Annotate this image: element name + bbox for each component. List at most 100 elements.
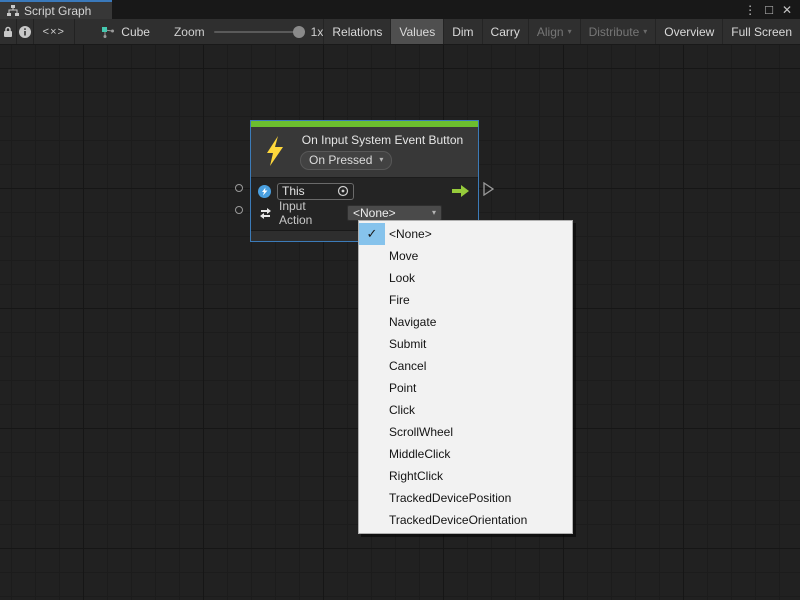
menu-item-gutter [359, 509, 385, 531]
menu-item-gutter [359, 289, 385, 311]
menu-item-label: Point [387, 381, 416, 395]
code-view-toggle[interactable]: <×> [34, 19, 74, 44]
menu-item-gutter [359, 245, 385, 267]
menu-item-label: Cancel [387, 359, 426, 373]
chevron-down-icon: ▾ [568, 28, 572, 36]
target-object-field[interactable]: This [277, 183, 354, 200]
input-action-label: Input Action [279, 199, 341, 227]
chevron-down-icon: ▾ [643, 28, 647, 36]
menu-item-middleclick[interactable]: MiddleClick [359, 443, 572, 465]
close-icon[interactable]: ✕ [782, 4, 792, 16]
zoom-control: Zoom 1x [174, 19, 323, 44]
window-controls: ⋮ □ ✕ [744, 0, 800, 19]
toolbar-button-overview[interactable]: Overview [655, 19, 722, 44]
menu-item-label: MiddleClick [387, 447, 450, 461]
menu-item-label: Look [387, 271, 415, 285]
menu-item-navigate[interactable]: Navigate [359, 311, 572, 333]
lightning-bolt-icon [264, 136, 286, 166]
graph-breadcrumb[interactable]: Cube [101, 19, 150, 44]
node-title: On Input System Event Button [293, 133, 472, 147]
info-icon [19, 26, 31, 38]
code-toggle-icon: <×> [43, 26, 65, 38]
input-action-icon [258, 206, 273, 221]
menu-item-gutter [359, 267, 385, 289]
menu-item-gutter [359, 399, 385, 421]
menu-item-label: RightClick [387, 469, 443, 483]
toolbar-button-label: Carry [491, 25, 520, 39]
tab-script-graph[interactable]: Script Graph [0, 0, 112, 19]
menu-item-gutter [359, 311, 385, 333]
toolbar-button-label: Full Screen [731, 25, 792, 39]
toolbar-button-distribute[interactable]: Distribute▾ [580, 19, 656, 44]
menu-item-label: ScrollWheel [387, 425, 453, 439]
toolbar-button-relations[interactable]: Relations [323, 19, 390, 44]
lock-icon [3, 26, 13, 38]
event-target-icon [258, 185, 271, 198]
info-button[interactable] [16, 19, 33, 44]
lock-button[interactable] [0, 19, 16, 44]
event-type-dropdown[interactable]: On Pressed ▾ [300, 151, 392, 170]
toolbar-button-values[interactable]: Values [390, 19, 443, 44]
graph-name-label: Cube [121, 25, 150, 39]
menu-item-point[interactable]: Point [359, 377, 572, 399]
toolbar-button-carry[interactable]: Carry [482, 19, 528, 44]
toolbar-button-label: Values [399, 25, 435, 39]
graph-hierarchy-icon [7, 5, 19, 16]
menu-item-submit[interactable]: Submit [359, 333, 572, 355]
menu-item-trackeddeviceorientation[interactable]: TrackedDeviceOrientation [359, 509, 572, 531]
flow-output-port[interactable] [483, 182, 494, 196]
menu-item-gutter [359, 421, 385, 443]
zoom-value: 1x [311, 25, 324, 39]
menu-item-scrollwheel[interactable]: ScrollWheel [359, 421, 572, 443]
target-object-value: This [282, 184, 305, 198]
input-action-dropdown[interactable]: <None> ▾ [347, 205, 442, 221]
graph-toolbar: <×> Cube Zoom 1x Relations Values Dim Carry… [0, 19, 800, 45]
object-picker-icon[interactable] [337, 185, 349, 197]
menu-item-trackeddeviceposition[interactable]: TrackedDevicePosition [359, 487, 572, 509]
menu-item-label: Submit [387, 337, 426, 351]
toolbar-button-label: Distribute [589, 25, 640, 39]
value-input-port[interactable] [235, 206, 243, 214]
menu-item-label: TrackedDevicePosition [387, 491, 511, 505]
menu-item-look[interactable]: Look [359, 267, 572, 289]
menu-item-none[interactable]: ✓<None> [359, 223, 572, 245]
menu-item-gutter [359, 465, 385, 487]
toolbar-button-label: Dim [452, 25, 473, 39]
menu-item-rightclick[interactable]: RightClick [359, 465, 572, 487]
input-action-value: <None> [353, 206, 396, 220]
toolbar-button-align[interactable]: Align ▾ [528, 19, 580, 44]
kebab-menu-icon[interactable]: ⋮ [744, 4, 756, 16]
menu-item-click[interactable]: Click [359, 399, 572, 421]
checkmark-icon: ✓ [359, 223, 385, 245]
menu-item-fire[interactable]: Fire [359, 289, 572, 311]
menu-item-label: Fire [387, 293, 410, 307]
menu-item-label: Navigate [387, 315, 436, 329]
menu-item-cancel[interactable]: Cancel [359, 355, 572, 377]
toolbar-button-label: Align [537, 25, 564, 39]
menu-item-label: Move [387, 249, 418, 263]
tab-title: Script Graph [24, 4, 91, 18]
menu-item-label: TrackedDeviceOrientation [387, 513, 527, 527]
toolbar-button-label: Relations [332, 25, 382, 39]
flow-input-port[interactable] [235, 184, 243, 192]
zoom-slider-knob[interactable] [293, 26, 305, 38]
flow-output-arrow-icon [452, 185, 469, 197]
chevron-down-icon: ▾ [379, 156, 383, 164]
node-header[interactable]: On Input System Event Button On Pressed … [251, 127, 478, 178]
zoom-slider[interactable] [214, 31, 302, 33]
maximize-icon[interactable]: □ [765, 3, 773, 16]
event-type-value: On Pressed [309, 153, 372, 167]
toolbar-button-group: RelationsValuesDimCarryAlign▾Distribute▾… [323, 19, 800, 44]
menu-item-label: Click [387, 403, 415, 417]
menu-item-move[interactable]: Move [359, 245, 572, 267]
toolbar-button-full-screen[interactable]: Full Screen [722, 19, 800, 44]
menu-item-gutter [359, 355, 385, 377]
menu-item-label: <None> [387, 227, 432, 241]
window-tab-bar: Script Graph ⋮ □ ✕ [0, 0, 800, 19]
graph-asset-icon [101, 26, 115, 38]
menu-item-gutter [359, 377, 385, 399]
toolbar-separator [74, 19, 75, 44]
zoom-label: Zoom [174, 25, 205, 39]
menu-item-gutter [359, 333, 385, 355]
toolbar-button-dim[interactable]: Dim [443, 19, 481, 44]
